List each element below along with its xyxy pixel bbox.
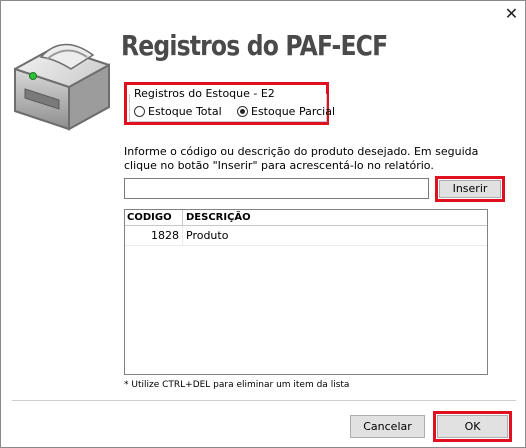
footnote-text: * Utilize CTRL+DEL para eliminar um item…	[124, 380, 350, 390]
page-title: Registros do PAF-ECF	[121, 29, 388, 62]
ok-button[interactable]: OK	[437, 415, 508, 438]
insert-button[interactable]: Inserir	[439, 180, 501, 198]
close-button[interactable]: ✕	[497, 2, 526, 26]
table-row[interactable]: 1828 Produto	[125, 226, 487, 246]
cancel-button[interactable]: Cancelar	[350, 415, 425, 438]
radio-checked-icon[interactable]	[237, 106, 248, 117]
list-header: CODIGO DESCRIÇÃO	[125, 210, 487, 226]
instructions-text: Informe o código ou descrição do produto…	[124, 145, 479, 172]
printer-icon	[14, 43, 110, 131]
radio-unchecked-icon[interactable]	[134, 106, 145, 117]
radio-estoque-parcial[interactable]: Estoque Parcial	[237, 105, 335, 118]
cell-codigo: 1828	[125, 226, 183, 245]
radio-estoque-total-label: Estoque Total	[148, 105, 222, 118]
dialog-window: ✕ Registros do PAF-ECF Registros do Esto…	[0, 0, 526, 448]
product-list[interactable]: CODIGO DESCRIÇÃO 1828 Produto	[124, 209, 488, 375]
column-header-descricao[interactable]: DESCRIÇÃO	[183, 210, 487, 225]
estoque-group-legend: Registros do Estoque - E2	[132, 87, 277, 100]
product-search-input[interactable]	[124, 178, 429, 199]
cell-descricao: Produto	[186, 229, 229, 242]
footer-separator	[12, 400, 516, 401]
radio-estoque-total[interactable]: Estoque Total	[134, 105, 222, 118]
close-icon[interactable]: ✕	[505, 4, 518, 23]
column-header-codigo[interactable]: CODIGO	[125, 210, 183, 225]
radio-estoque-parcial-label: Estoque Parcial	[251, 105, 336, 118]
